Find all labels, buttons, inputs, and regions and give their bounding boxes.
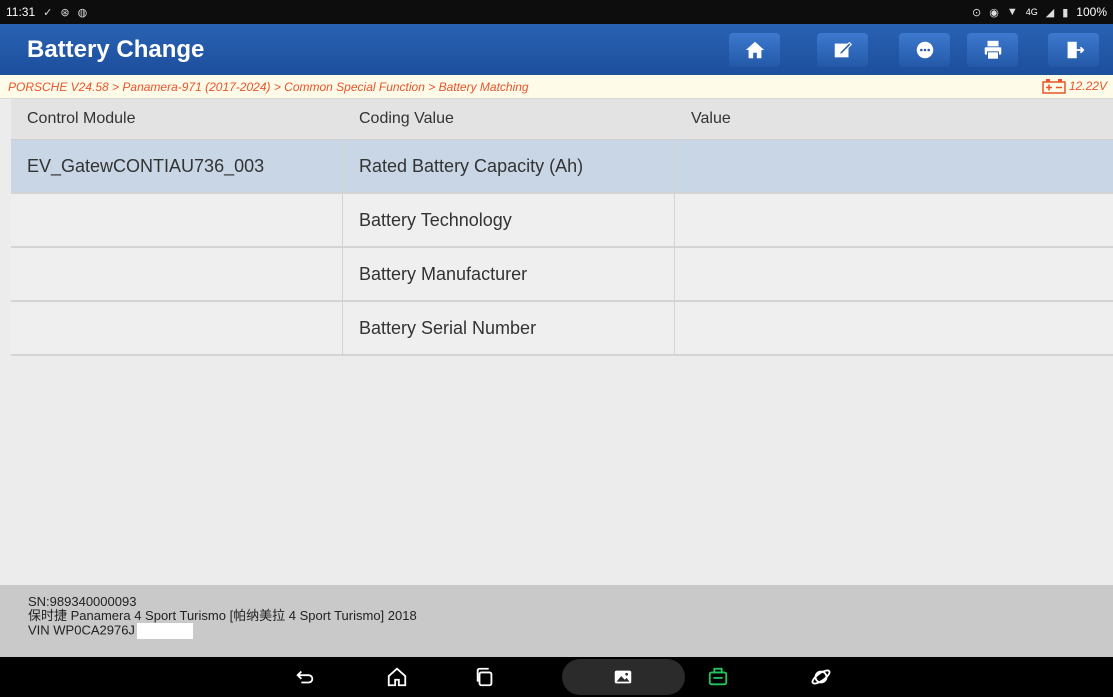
table-row[interactable]: Battery Technology	[11, 194, 1113, 248]
cell-value	[675, 302, 1113, 354]
vpn-icon: ✓	[43, 6, 53, 19]
clock: 11:31	[6, 5, 36, 19]
chat-icon: ◍	[77, 6, 88, 19]
print-button[interactable]	[967, 33, 1018, 67]
page-title: Battery Change	[27, 36, 205, 63]
table-header: Control Module Coding Value Value	[11, 99, 1113, 140]
exit-button[interactable]	[1048, 33, 1099, 67]
feedback-button[interactable]	[899, 33, 950, 67]
coding-table: Control Module Coding Value Value EV_Gat…	[11, 99, 1113, 356]
wifi-icon: ▼	[1006, 6, 1018, 18]
battery-icon: ▮	[1062, 6, 1069, 19]
planet-icon	[811, 669, 831, 685]
breadcrumb: PORSCHE V24.58 > Panamera-971 (2017-2024…	[8, 80, 529, 94]
breadcrumb-bar: PORSCHE V24.58 > Panamera-971 (2017-2024…	[0, 75, 1113, 99]
cell-value	[675, 248, 1113, 300]
cell-coding-value: Rated Battery Capacity (Ah)	[343, 140, 675, 192]
vehicle-description: 保时捷 Panamera 4 Sport Turismo [帕纳美拉 4 Spo…	[28, 608, 417, 623]
cell-control-module	[11, 194, 343, 246]
cell-coding-value: Battery Serial Number	[343, 302, 675, 354]
gallery-button[interactable]	[608, 657, 638, 697]
table-row[interactable]: Battery Manufacturer	[11, 248, 1113, 302]
recents-icon	[476, 667, 493, 687]
cell-value	[675, 140, 1113, 192]
column-header-coding-value: Coding Value	[359, 110, 454, 127]
serial-number: SN:989340000093	[28, 594, 137, 609]
cell-control-module	[11, 248, 343, 300]
home-nav-button[interactable]	[382, 657, 412, 697]
home-outline-icon	[387, 667, 407, 687]
browser-button[interactable]	[806, 657, 836, 697]
table-row[interactable]: EV_GatewCONTIAU736_003 Rated Battery Cap…	[11, 140, 1113, 194]
network-type: 4G	[1025, 7, 1038, 17]
vin-redaction	[136, 623, 193, 639]
edit-button[interactable]	[817, 33, 868, 67]
home-button[interactable]	[729, 33, 780, 67]
vci-icon	[708, 667, 728, 686]
recents-button[interactable]	[470, 657, 500, 697]
voltage-value: 12.22V	[1068, 79, 1107, 93]
battery-level: 100%	[1076, 5, 1107, 19]
battery-voltage: 12.22V	[1042, 78, 1107, 94]
cell-control-module: EV_GatewCONTIAU736_003	[11, 140, 343, 192]
status-bar: 11:31 ✓ ⊛ ◍ ⊙ ◉ ▼ 4G ◢ ▮ 100%	[0, 0, 1113, 24]
vin-text: VIN WP0CA2976J	[28, 622, 135, 638]
app-icon: ⊛	[60, 6, 70, 19]
cell-coding-value: Battery Technology	[343, 194, 675, 246]
car-battery-icon	[1042, 79, 1066, 94]
cell-control-module	[11, 302, 343, 354]
cell-value	[675, 194, 1113, 246]
back-button[interactable]	[290, 657, 320, 697]
exit-icon	[1067, 41, 1084, 59]
cell-coding-value: Battery Manufacturer	[343, 248, 675, 300]
system-nav-bar	[0, 657, 1113, 697]
vci-button[interactable]	[703, 657, 733, 697]
printer-icon	[984, 40, 1001, 60]
home-icon	[745, 41, 764, 59]
vin-row: VIN WP0CA2976J	[28, 623, 1113, 639]
signal-icon: ◢	[1045, 6, 1055, 19]
column-header-control-module: Control Module	[27, 110, 136, 127]
vehicle-info-bar: SN:989340000093 保时捷 Panamera 4 Sport Tur…	[0, 585, 1113, 657]
chat-bubble-icon	[916, 41, 933, 59]
image-icon	[614, 670, 632, 684]
back-icon	[296, 670, 314, 684]
vibrate-icon: ◉	[989, 6, 999, 19]
table-row[interactable]: Battery Serial Number	[11, 302, 1113, 356]
title-bar: Battery Change	[0, 24, 1113, 75]
location-icon: ⊙	[972, 6, 982, 19]
edit-icon	[834, 41, 852, 58]
column-header-value: Value	[691, 110, 731, 127]
